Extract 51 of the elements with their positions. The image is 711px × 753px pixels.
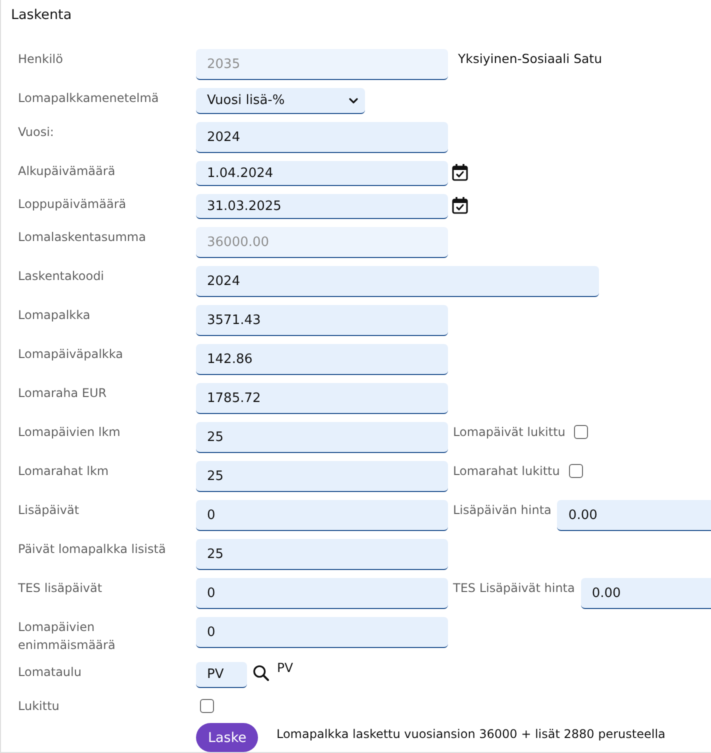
field-label: Lomapäivien lkm — [18, 424, 122, 441]
field-label: TES lisäpäivät — [18, 580, 104, 597]
input-field[interactable]: 0 — [196, 578, 448, 609]
date-field[interactable]: 31.03.2025 — [196, 194, 448, 219]
field-label: Lomapalkkamenetelmä — [18, 90, 160, 107]
result-message: Lomapalkka laskettu vuosiansion 36000 + lisät 2880 perusteella — [276, 726, 666, 743]
field-label: Päivät lomapalkka lisistä — [18, 541, 167, 558]
field-label: TES Lisäpäivät hinta — [453, 580, 575, 597]
panel-title: Laskenta — [10, 6, 73, 24]
input-field[interactable]: 0 — [196, 617, 448, 648]
input-field[interactable]: 2024 — [196, 122, 448, 153]
search-icon[interactable] — [253, 665, 269, 681]
checkbox-label: Lomapäivät lukittu — [453, 424, 566, 441]
checkbox[interactable] — [568, 464, 583, 478]
field-label: Lomataulu — [18, 664, 82, 681]
field-label: Loppupäivämäärä — [18, 196, 128, 213]
note-text: Yksiyinen-Sosiaali Satu — [458, 50, 602, 68]
field-label: Lomarahat lkm — [18, 463, 110, 480]
input-field[interactable]: 1785.72 — [196, 383, 448, 414]
calendar-icon[interactable] — [452, 164, 468, 181]
field-label: Lisäpäivän hinta — [453, 502, 552, 519]
calendar-icon[interactable] — [452, 197, 468, 214]
input-field[interactable]: 25 — [196, 422, 448, 453]
calculate-button[interactable]: Laske — [196, 723, 258, 752]
input-field[interactable]: 142.86 — [196, 344, 448, 375]
field-label: Lomalaskentasumma — [18, 229, 147, 246]
checkbox[interactable] — [200, 699, 214, 713]
note-text: PV — [277, 662, 294, 674]
date-field[interactable]: 1.04.2024 — [196, 161, 448, 186]
field-label: Lomapalkka — [18, 307, 92, 324]
input-field[interactable]: 25 — [196, 461, 448, 492]
field-label: Laskentakoodi — [18, 268, 106, 285]
field-label: Lisäpäivät — [18, 502, 80, 519]
field-label: Lomapäivien enimmäismäärä — [18, 619, 116, 654]
field-label: Alkupäivämäärä — [18, 163, 116, 180]
dropdown[interactable]: Vuosi lisä-% — [196, 88, 365, 114]
input-field[interactable]: 25 — [196, 539, 448, 570]
field-label: Lomapäiväpalkka — [18, 346, 124, 363]
input-field[interactable]: 0.00 — [557, 500, 711, 531]
input-field[interactable]: 0.00 — [580, 578, 711, 609]
input-field[interactable]: 2024 — [196, 266, 599, 297]
checkbox-label: Lomarahat lukittu — [453, 463, 560, 480]
chevron-icon — [349, 98, 358, 104]
field-label: Lomaraha EUR — [18, 385, 108, 402]
checkbox[interactable] — [574, 425, 588, 439]
field-label: Henkilö — [18, 51, 64, 68]
field-label: Lukittu — [18, 698, 60, 715]
input-field[interactable]: 3571.43 — [196, 305, 448, 336]
field-label: Vuosi: — [18, 124, 55, 141]
input-field[interactable]: 0 — [196, 500, 448, 531]
input-field[interactable]: PV — [196, 662, 247, 688]
